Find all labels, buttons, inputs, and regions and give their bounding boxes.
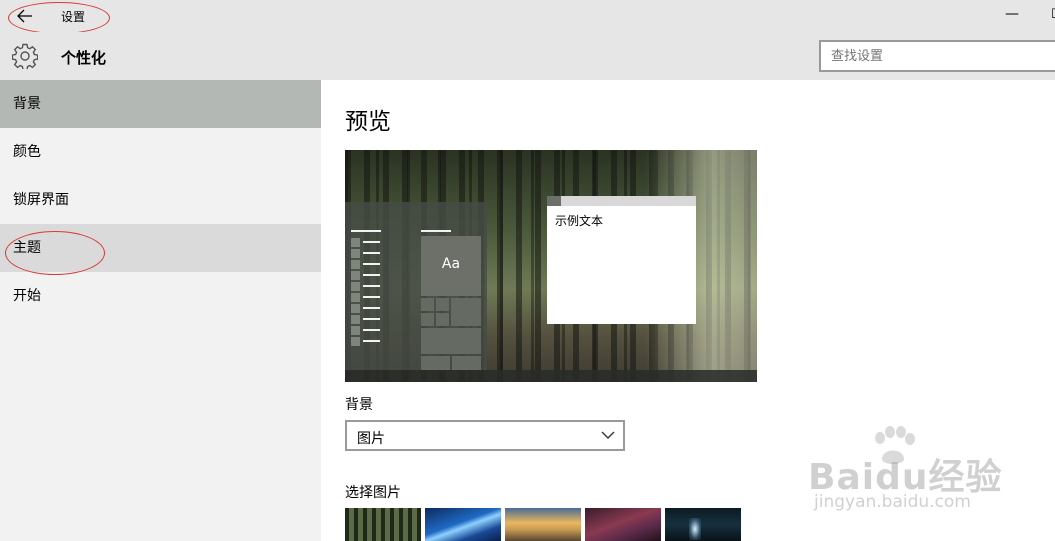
- sidebar-item-lock-screen[interactable]: 锁屏界面: [0, 176, 321, 224]
- preview-app-line: [363, 318, 380, 320]
- page-title: 个性化: [61, 49, 107, 67]
- sidebar-item-start[interactable]: 开始: [0, 272, 321, 320]
- preview-tile-small: [421, 313, 434, 326]
- preview-tile-small: [436, 313, 449, 326]
- picture-thumbnail-sunset[interactable]: [505, 508, 581, 541]
- preview-tile-small: [436, 298, 449, 311]
- preview-app-line: [363, 241, 380, 243]
- preview-start-header-line: [351, 230, 381, 232]
- picture-thumbnail-forest[interactable]: [345, 508, 421, 541]
- chevron-down-icon: [601, 431, 615, 439]
- preview-window-text: 示例文本: [555, 214, 604, 228]
- preview-window-accent: [547, 196, 561, 206]
- picture-thumbnail-windows-blue[interactable]: [425, 508, 501, 541]
- maximize-icon: ☐: [1051, 7, 1055, 22]
- preview-app-line: [363, 263, 380, 265]
- back-arrow-icon: [17, 9, 32, 23]
- title-bar: 设置 — ☐: [0, 0, 1055, 34]
- preview-heading: 预览: [345, 109, 391, 135]
- page-header: 个性化: [0, 32, 1055, 80]
- preview-app-icon: [351, 315, 360, 324]
- preview-window: 示例文本: [547, 196, 696, 324]
- preview-app-icon: [351, 271, 360, 280]
- preview-app-icon: [351, 326, 360, 335]
- back-button[interactable]: [14, 6, 36, 26]
- preview-app-icon: [351, 249, 360, 258]
- sidebar-item-background[interactable]: 背景: [0, 80, 321, 128]
- preview-app-icon: [351, 293, 360, 302]
- preview-window-titlebar: [547, 196, 696, 206]
- preview-tile-wide: [421, 328, 481, 354]
- preview-app-icon: [351, 304, 360, 313]
- settings-window: 设置 — ☐ 个性化 背景 颜色 锁屏界面: [0, 0, 1055, 541]
- preview-tile-label: Aa: [441, 256, 461, 272]
- search-input[interactable]: [821, 42, 1055, 70]
- preview-tile-small: [421, 298, 434, 311]
- background-dropdown[interactable]: 图片: [345, 420, 625, 451]
- desktop-preview: Aa 示例文本: [345, 150, 757, 382]
- preview-app-line: [363, 340, 380, 342]
- preview-taskbar: [345, 370, 757, 382]
- preview-tile-medium: [451, 298, 481, 326]
- sidebar-item-themes[interactable]: 主题: [0, 224, 321, 272]
- thumbnail-glow: [689, 518, 701, 540]
- sidebar-item-label: 锁屏界面: [13, 192, 69, 208]
- preview-app-line: [363, 285, 380, 287]
- picture-thumbnail-glowing-figure[interactable]: [665, 508, 741, 541]
- preview-app-icon: [351, 238, 360, 247]
- sidebar-item-colors[interactable]: 颜色: [0, 128, 321, 176]
- choose-picture-label: 选择图片: [345, 485, 401, 501]
- preview-tile-small: [421, 356, 450, 370]
- background-label: 背景: [345, 397, 373, 413]
- preview-app-line: [363, 329, 380, 331]
- minimize-button[interactable]: —: [1000, 4, 1024, 28]
- preview-app-icon: [351, 337, 360, 346]
- minimize-icon: —: [1005, 6, 1019, 22]
- sidebar-item-label: 主题: [13, 240, 41, 256]
- search-box[interactable]: [819, 40, 1055, 72]
- preview-app-line: [363, 252, 380, 254]
- preview-tiles-header-line: [421, 230, 451, 232]
- picture-thumbnail-night-sky[interactable]: [585, 508, 661, 541]
- preview-app-line: [363, 307, 380, 309]
- background-dropdown-value: 图片: [357, 431, 385, 447]
- maximize-button[interactable]: ☐: [1040, 4, 1055, 28]
- preview-app-line: [363, 274, 380, 276]
- preview-app-icon: [351, 260, 360, 269]
- preview-app-icon: [351, 282, 360, 291]
- sidebar-item-label: 背景: [13, 96, 41, 112]
- sidebar-item-label: 开始: [13, 288, 41, 304]
- gear-icon: [12, 43, 38, 69]
- preview-tile-small: [452, 356, 481, 370]
- window-title: 设置: [61, 10, 86, 24]
- sidebar: 背景 颜色 锁屏界面 主题 开始: [0, 80, 321, 541]
- sidebar-item-label: 颜色: [13, 144, 41, 160]
- main-content: 预览 Aa 示例文本 背景 图片 选择图片: [321, 80, 1055, 541]
- preview-start-menu: Aa: [345, 202, 487, 370]
- preview-tile-large: Aa: [421, 236, 481, 296]
- preview-app-line: [363, 296, 380, 298]
